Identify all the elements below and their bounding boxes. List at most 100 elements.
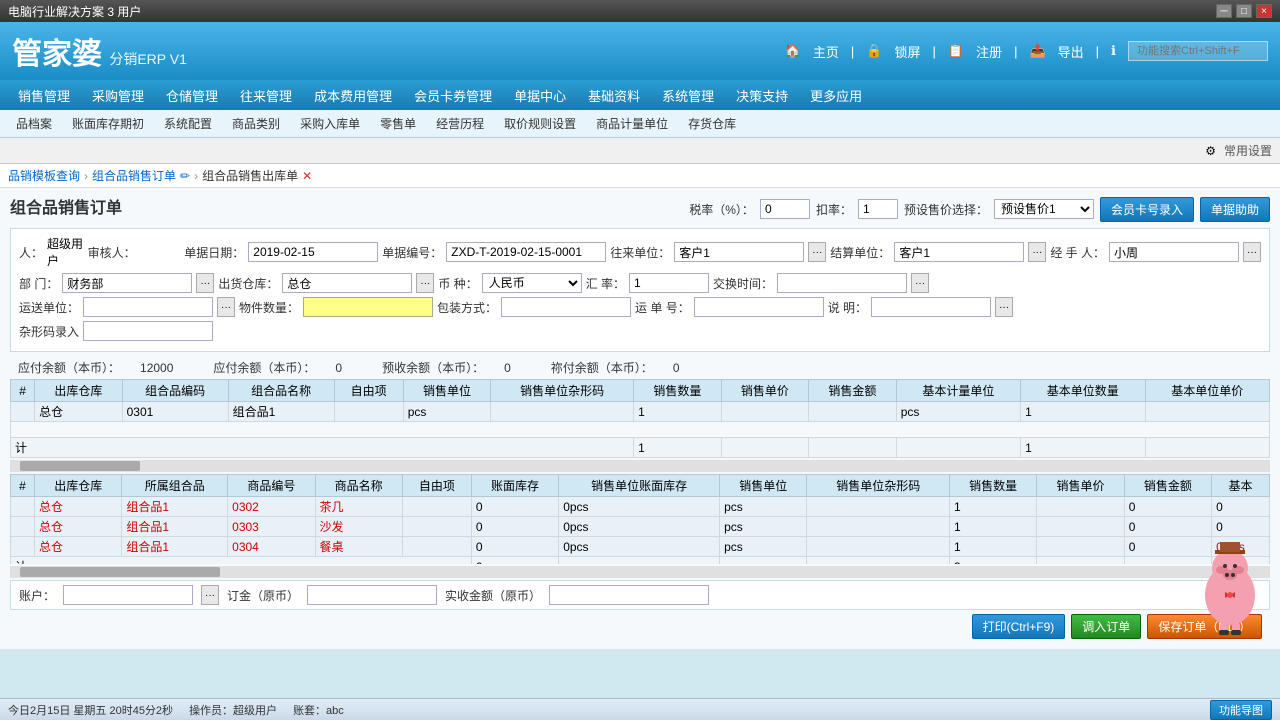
subnav-history[interactable]: 经营历程 (428, 113, 492, 134)
upper-cell-barcode (491, 402, 634, 422)
lower-table-row-2[interactable]: 总仓 组合品1 0303 沙发 0 0pcs pcs 1 0 0 (11, 517, 1270, 537)
subnav-category[interactable]: 商品类别 (224, 113, 288, 134)
account-btn[interactable]: ··· (201, 585, 219, 605)
nav-voucher[interactable]: 单据中心 (504, 82, 576, 109)
breadcrumb-item-1[interactable]: 品销模板查询 (8, 167, 80, 184)
settings-link[interactable]: 常用设置 (1224, 142, 1272, 159)
warehouse-input[interactable] (282, 273, 412, 293)
to-unit-btn[interactable]: ··· (808, 242, 826, 262)
account-input[interactable] (63, 585, 193, 605)
manager-label: 经 手 人： (1050, 244, 1105, 261)
upper-scroll-thumb[interactable] (20, 461, 140, 471)
settlement-input[interactable] (894, 242, 1024, 262)
subnav-retail[interactable]: 零售单 (372, 113, 424, 134)
subnav-unit[interactable]: 商品计量单位 (588, 113, 676, 134)
window-controls[interactable]: ─ □ × (1216, 4, 1272, 18)
ship-unit-btn[interactable]: ··· (217, 297, 235, 317)
upper-cell-free (334, 402, 403, 422)
voucher-help-btn[interactable]: 单据助助 (1200, 197, 1270, 222)
member-card-btn[interactable]: 会员卡号录入 (1100, 197, 1194, 222)
tax-rate-input[interactable] (760, 199, 810, 219)
nav-more[interactable]: 更多应用 (800, 82, 872, 109)
nav-relations[interactable]: 往来管理 (230, 82, 302, 109)
breadcrumb-close-icon[interactable]: ✕ (302, 169, 312, 183)
manager-input[interactable] (1109, 242, 1239, 262)
upper-scroll-bar[interactable] (10, 460, 1270, 472)
upper-sum-base-qty: 1 (1021, 438, 1145, 458)
breadcrumb-item-2[interactable]: 组合品销售订单 (92, 167, 176, 184)
barcode-input[interactable] (83, 321, 213, 341)
lower-table-row-3[interactable]: 总仓 组合品1 0304 餐桌 0 0pcs pcs 1 0 0 pcs (11, 537, 1270, 557)
nav-system[interactable]: 系统管理 (652, 82, 724, 109)
status-account: 账套：abc (293, 702, 344, 718)
app-header: 管家婆 分销ERP V1 🏠 主页 | 🔒 锁屏 | 📋 注册 | 📤 导出 |… (0, 22, 1280, 80)
pack-input[interactable] (501, 297, 631, 317)
home-link[interactable]: 主页 (813, 42, 839, 61)
map-btn[interactable]: 功能导图 (1210, 700, 1272, 720)
nav-warehouse[interactable]: 仓储管理 (156, 82, 228, 109)
upper-table-row[interactable]: 总仓 0301 组合品1 pcs 1 pcs 1 (11, 402, 1270, 422)
gear-icon: ⚙ (1205, 144, 1216, 158)
subnav-product[interactable]: 品档案 (8, 113, 60, 134)
lock-link[interactable]: 锁屏 (894, 42, 920, 61)
subnav-stock-init[interactable]: 账面库存期初 (64, 113, 152, 134)
lower-th-price: 销售单价 (1037, 475, 1124, 497)
lower-scroll-bar[interactable] (10, 566, 1270, 578)
app-logo: 管家婆 分销ERP V1 (12, 29, 187, 73)
discount-input[interactable] (858, 199, 898, 219)
actual-amount-label: 实收金额（原币） (445, 587, 541, 604)
upper-th-base-price: 基本单位单价 (1145, 380, 1269, 402)
actual-amount-input[interactable] (549, 585, 709, 605)
ship-unit-input[interactable] (83, 297, 213, 317)
upper-th-qty: 销售数量 (634, 380, 722, 402)
dept-input[interactable] (62, 273, 192, 293)
subnav-purchase-in[interactable]: 采购入库单 (292, 113, 368, 134)
manager-btn[interactable]: ··· (1243, 242, 1261, 262)
subnav-price-rule[interactable]: 取价规则设置 (496, 113, 584, 134)
to-unit-input[interactable] (674, 242, 804, 262)
print-btn[interactable]: 打印(Ctrl+F9) (972, 614, 1066, 639)
subnav-stock[interactable]: 存货仓库 (680, 113, 744, 134)
barcode-label: 杂形码录入 (19, 323, 79, 340)
exchange-time-label: 交换时间： (713, 275, 773, 292)
nav-decision[interactable]: 决策支持 (726, 82, 798, 109)
rate-input[interactable] (629, 273, 709, 293)
nav-sales[interactable]: 销售管理 (8, 82, 80, 109)
remark-btn[interactable]: ··· (995, 297, 1013, 317)
import-btn[interactable]: 调入订单 (1071, 614, 1141, 639)
code-input[interactable] (446, 242, 606, 262)
nav-member[interactable]: 会员卡券管理 (404, 82, 502, 109)
export-link[interactable]: 导出 (1058, 42, 1084, 61)
minimize-btn[interactable]: ─ (1216, 4, 1232, 18)
search-input[interactable] (1128, 41, 1268, 61)
upper-cell-qty: 1 (634, 402, 722, 422)
maximize-btn[interactable]: □ (1236, 4, 1252, 18)
settlement-btn[interactable]: ··· (1028, 242, 1046, 262)
upper-cell-amount (809, 402, 897, 422)
lower-table-row-1[interactable]: 总仓 组合品1 0302 茶几 0 0pcs pcs 1 0 0 (11, 497, 1270, 517)
item-count-input[interactable] (303, 297, 433, 317)
remark-input[interactable] (871, 297, 991, 317)
lower-th-base: 基本 (1212, 475, 1270, 497)
lower-scroll-thumb[interactable] (20, 567, 220, 577)
app-subtitle: 分销ERP V1 (109, 51, 187, 67)
exchange-time-btn[interactable]: ··· (911, 273, 929, 293)
breadcrumb-edit-icon[interactable]: ✏ (180, 169, 190, 183)
nav-cost[interactable]: 成本费用管理 (304, 82, 402, 109)
close-btn[interactable]: × (1256, 4, 1272, 18)
nav-purchase[interactable]: 采购管理 (82, 82, 154, 109)
price-select[interactable]: 预设售价1 (994, 199, 1094, 219)
register-icon: 📋 (948, 43, 964, 59)
register-link[interactable]: 注册 (976, 42, 1002, 61)
subnav-config[interactable]: 系统配置 (156, 113, 220, 134)
upper-summary-row: 计 1 1 (11, 438, 1270, 458)
date-input[interactable] (248, 242, 378, 262)
currency-select[interactable]: 人民币 (482, 273, 582, 293)
warehouse-btn[interactable]: ··· (416, 273, 434, 293)
ship-no-input[interactable] (694, 297, 824, 317)
upper-empty-row (11, 422, 1270, 438)
nav-basic[interactable]: 基础资料 (578, 82, 650, 109)
order-amount-input[interactable] (307, 585, 437, 605)
dept-btn[interactable]: ··· (196, 273, 214, 293)
exchange-time-input[interactable] (777, 273, 907, 293)
